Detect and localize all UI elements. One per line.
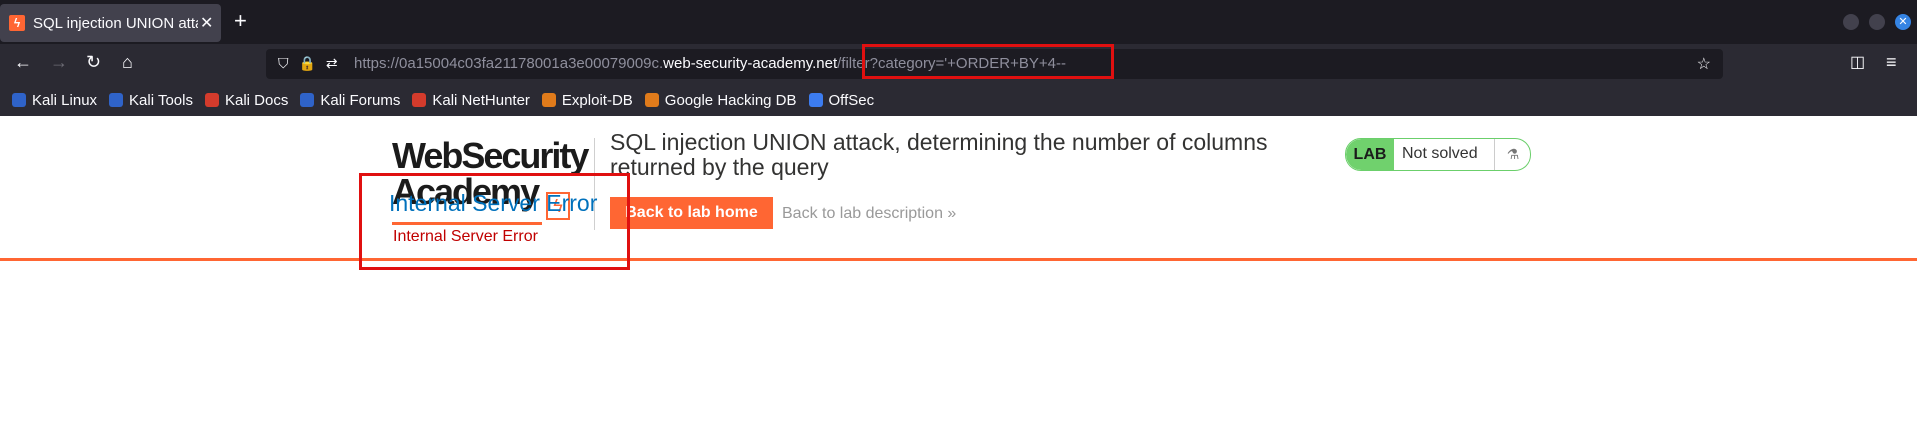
- bookmark-favicon-icon: [204, 93, 219, 107]
- bookmark-favicon-icon: [12, 93, 26, 107]
- close-tab-icon[interactable]: ✕: [200, 13, 213, 33]
- bookmark-item[interactable]: Kali Tools: [109, 92, 193, 109]
- url-path-highlight-box: [862, 44, 1114, 79]
- tab-title: SQL injection UNION attac: [33, 14, 198, 32]
- minimize-window-button[interactable]: [1843, 14, 1859, 30]
- bookmark-label: Kali Linux: [32, 91, 98, 109]
- bookmark-favicon-icon: [644, 93, 659, 107]
- bookmark-label: Google Hacking DB: [664, 91, 797, 109]
- home-icon[interactable]: ⌂: [122, 52, 133, 73]
- bookmark-favicon-icon: [109, 93, 124, 107]
- browser-chrome: ϟ SQL injection UNION attac ✕ + ✕ ← → ↻ …: [0, 0, 1917, 116]
- flask-icon: ⚗: [1494, 139, 1530, 170]
- bookmark-favicon-icon: [808, 93, 823, 107]
- bookmark-label: Kali Forums: [320, 91, 401, 109]
- portswigger-favicon-icon: ϟ: [9, 15, 25, 31]
- bookmark-label: Kali Tools: [129, 91, 193, 109]
- forward-arrow-icon[interactable]: →: [50, 52, 68, 73]
- bookmark-favicon-icon: [412, 93, 427, 107]
- maximize-window-button[interactable]: [1869, 14, 1885, 30]
- bookmark-item[interactable]: Kali NetHunter: [412, 92, 530, 109]
- bookmark-label: OffSec: [828, 91, 875, 109]
- error-highlight-box: [359, 173, 630, 270]
- bookmark-favicon-icon: [300, 93, 315, 107]
- close-window-button[interactable]: ✕: [1895, 14, 1911, 30]
- lab-header: WebSecurity Academy ϟ SQL injection UNIO…: [0, 116, 1917, 261]
- error-message: Internal Server Error: [393, 228, 538, 245]
- lab-status-widget: LAB Not solved ⚗: [1345, 138, 1531, 171]
- bookmark-label: Kali Docs: [224, 91, 289, 109]
- back-arrow-icon[interactable]: ←: [14, 52, 32, 73]
- bookmark-favicon-icon: [541, 93, 556, 107]
- tab-strip: ϟ SQL injection UNION attac ✕ + ✕: [0, 0, 1917, 44]
- back-to-lab-home-button[interactable]: Back to lab home: [610, 197, 773, 229]
- bookmark-item[interactable]: Exploit-DB: [541, 91, 633, 109]
- url-domain: web-security-academy.net: [663, 55, 838, 72]
- pocket-icon[interactable]: ◫: [1850, 52, 1865, 72]
- lab-badge: LAB: [1346, 139, 1394, 170]
- reload-icon[interactable]: ↻: [86, 52, 101, 73]
- lab-status-text: Not solved: [1402, 145, 1478, 162]
- navigation-bar: ← → ↻ ⌂ ⛉🔒⇄ https://0a15004c03fa21178001…: [0, 44, 1917, 84]
- bookmark-item[interactable]: Google Hacking DB: [644, 91, 797, 109]
- bookmark-label: Exploit-DB: [561, 91, 633, 109]
- tab-active[interactable]: ϟ SQL injection UNION attac ✕: [0, 4, 221, 42]
- url-prefix: https://0a15004c03fa21178001a3e00079009c…: [354, 55, 664, 72]
- bookmark-item[interactable]: Kali Forums: [300, 92, 400, 109]
- address-bar[interactable]: ⛉🔒⇄ https://0a15004c03fa21178001a3e00079…: [266, 44, 1723, 79]
- bookmark-item[interactable]: Kali Linux: [12, 92, 97, 109]
- menu-icon[interactable]: ≡: [1886, 52, 1897, 73]
- new-tab-button[interactable]: +: [234, 10, 247, 32]
- back-to-lab-description-link[interactable]: Back to lab description »: [782, 205, 956, 223]
- bookmark-star-icon[interactable]: ☆: [1697, 54, 1711, 74]
- tracking-shield-icon[interactable]: ⛉🔒⇄: [278, 55, 348, 72]
- error-title: Internal Server Error: [389, 190, 598, 216]
- lab-page: WebSecurity Academy ϟ SQL injection UNIO…: [0, 116, 1917, 423]
- logo-text-line1: WebSecurity: [392, 135, 589, 176]
- bookmark-label: Kali NetHunter: [432, 91, 530, 109]
- bookmarks-toolbar: Kali Linux Kali Tools Kali Docs Kali Forums…: [0, 84, 1917, 116]
- lab-title: SQL injection UNION attack, determining …: [610, 129, 1268, 180]
- bookmark-item[interactable]: OffSec: [808, 91, 875, 109]
- bookmark-item[interactable]: Kali Docs: [204, 91, 289, 109]
